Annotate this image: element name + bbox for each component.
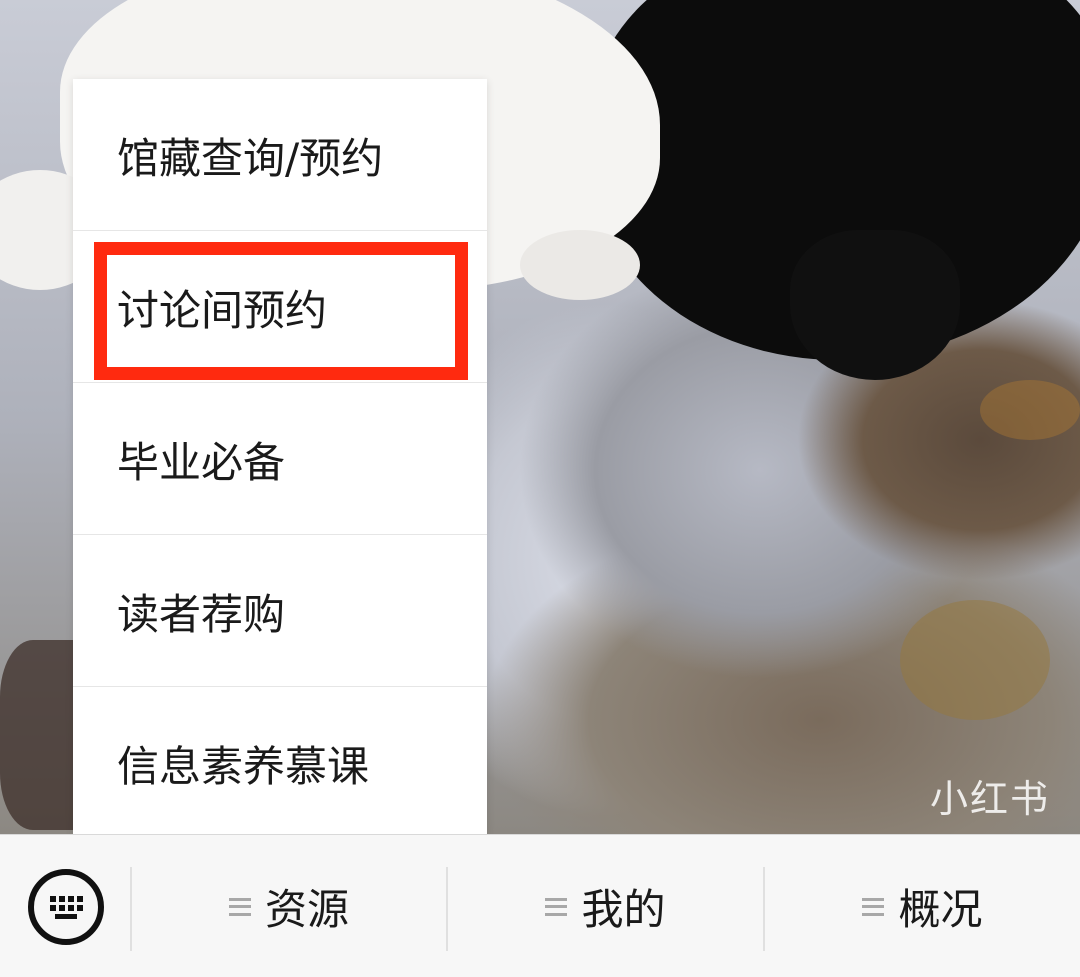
menu-item-label: 讨论间预约 — [117, 285, 328, 335]
menu-item-collection-search[interactable]: 馆藏查询/预约 — [73, 79, 487, 231]
menu-lines-icon — [228, 897, 251, 916]
menu-item-graduation[interactable]: 毕业必备 — [73, 383, 487, 535]
tab-label: 概况 — [898, 885, 983, 934]
tab-label: 资源 — [264, 885, 349, 934]
menu-item-label: 馆藏查询/预约 — [117, 133, 384, 183]
tab-mine[interactable]: 我的 — [448, 835, 763, 977]
menu-item-reader-recommend[interactable]: 读者荐购 — [73, 535, 487, 687]
tab-label: 我的 — [581, 885, 666, 934]
watermark: 小红书 — [930, 777, 1051, 821]
black-cat-paw — [790, 230, 960, 380]
menu-item-label: 读者荐购 — [117, 589, 286, 639]
popup-menu: 馆藏查询/预约 讨论间预约 毕业必备 读者荐购 信息素养慕课 — [73, 79, 487, 834]
menu-lines-icon — [545, 897, 568, 916]
menu-item-info-literacy-mooc[interactable]: 信息素养慕课 — [73, 687, 487, 839]
menu-item-label: 毕业必备 — [117, 437, 286, 487]
keyboard-icon[interactable] — [28, 869, 104, 945]
tab-overview[interactable]: 概况 — [765, 835, 1080, 977]
photo-texture — [980, 380, 1080, 440]
white-cat-paw — [520, 230, 640, 300]
tab-resources[interactable]: 资源 — [132, 835, 446, 977]
bottom-menu-bar: 资源 我的 概况 — [0, 834, 1080, 977]
menu-item-discussion-room[interactable]: 讨论间预约 — [73, 231, 487, 383]
photo-texture — [900, 600, 1050, 720]
menu-item-label: 信息素养慕课 — [117, 741, 370, 791]
menu-lines-icon — [862, 897, 885, 916]
